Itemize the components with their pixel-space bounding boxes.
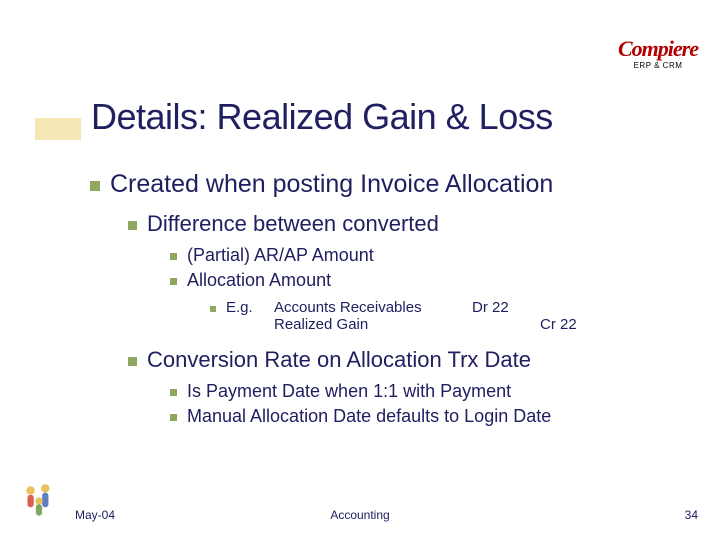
footer-section: Accounting xyxy=(0,508,720,522)
example-account: Realized Gain xyxy=(274,316,464,333)
bullet-text: Created when posting Invoice Allocation xyxy=(110,170,553,199)
bullet-text: Manual Allocation Date defaults to Login… xyxy=(187,406,551,427)
bullet-text: Conversion Rate on Allocation Trx Date xyxy=(147,347,531,373)
bullet-level3: Manual Allocation Date defaults to Login… xyxy=(170,406,690,427)
example-label: E.g. xyxy=(226,299,266,316)
example-account: Accounts Receivables xyxy=(274,299,464,316)
bullet-text: Is Payment Date when 1:1 with Payment xyxy=(187,381,511,402)
bullet-icon xyxy=(170,253,177,260)
bullet-icon xyxy=(128,221,137,230)
bullet-icon xyxy=(170,278,177,285)
slide-body: Created when posting Invoice Allocation … xyxy=(90,170,690,431)
slide-footer: May-04 Accounting 34 xyxy=(0,502,720,522)
bullet-text: Difference between converted xyxy=(147,211,439,237)
bullet-icon xyxy=(170,414,177,421)
bullet-level3: Allocation Amount xyxy=(170,270,690,291)
bullet-icon xyxy=(210,306,216,312)
brand-tagline: ERP & CRM xyxy=(618,62,698,70)
bullet-text: (Partial) AR/AP Amount xyxy=(187,245,374,266)
bullet-text: Allocation Amount xyxy=(187,270,331,291)
brand-name: Compiere xyxy=(618,38,698,60)
bullet-level2: Difference between converted xyxy=(128,211,690,237)
bullet-icon xyxy=(170,389,177,396)
example-block: E.g. Accounts Receivables Dr 22 Realized… xyxy=(210,299,690,333)
bullet-level1: Created when posting Invoice Allocation xyxy=(90,170,690,199)
footer-page-number: 34 xyxy=(685,508,698,522)
bullet-level3: Is Payment Date when 1:1 with Payment xyxy=(170,381,690,402)
bullet-level2: Conversion Rate on Allocation Trx Date xyxy=(128,347,690,373)
title-block: Details: Realized Gain & Loss xyxy=(35,96,700,138)
example-credit: Cr 22 xyxy=(540,316,577,333)
bullet-level3: (Partial) AR/AP Amount xyxy=(170,245,690,266)
example-debit: Dr 22 xyxy=(472,299,532,316)
bullet-icon xyxy=(128,357,137,366)
slide: Compiere ERP & CRM Details: Realized Gai… xyxy=(0,0,720,540)
bullet-icon xyxy=(90,181,100,191)
brand-logo: Compiere ERP & CRM xyxy=(618,38,698,70)
slide-title: Details: Realized Gain & Loss xyxy=(35,96,700,138)
